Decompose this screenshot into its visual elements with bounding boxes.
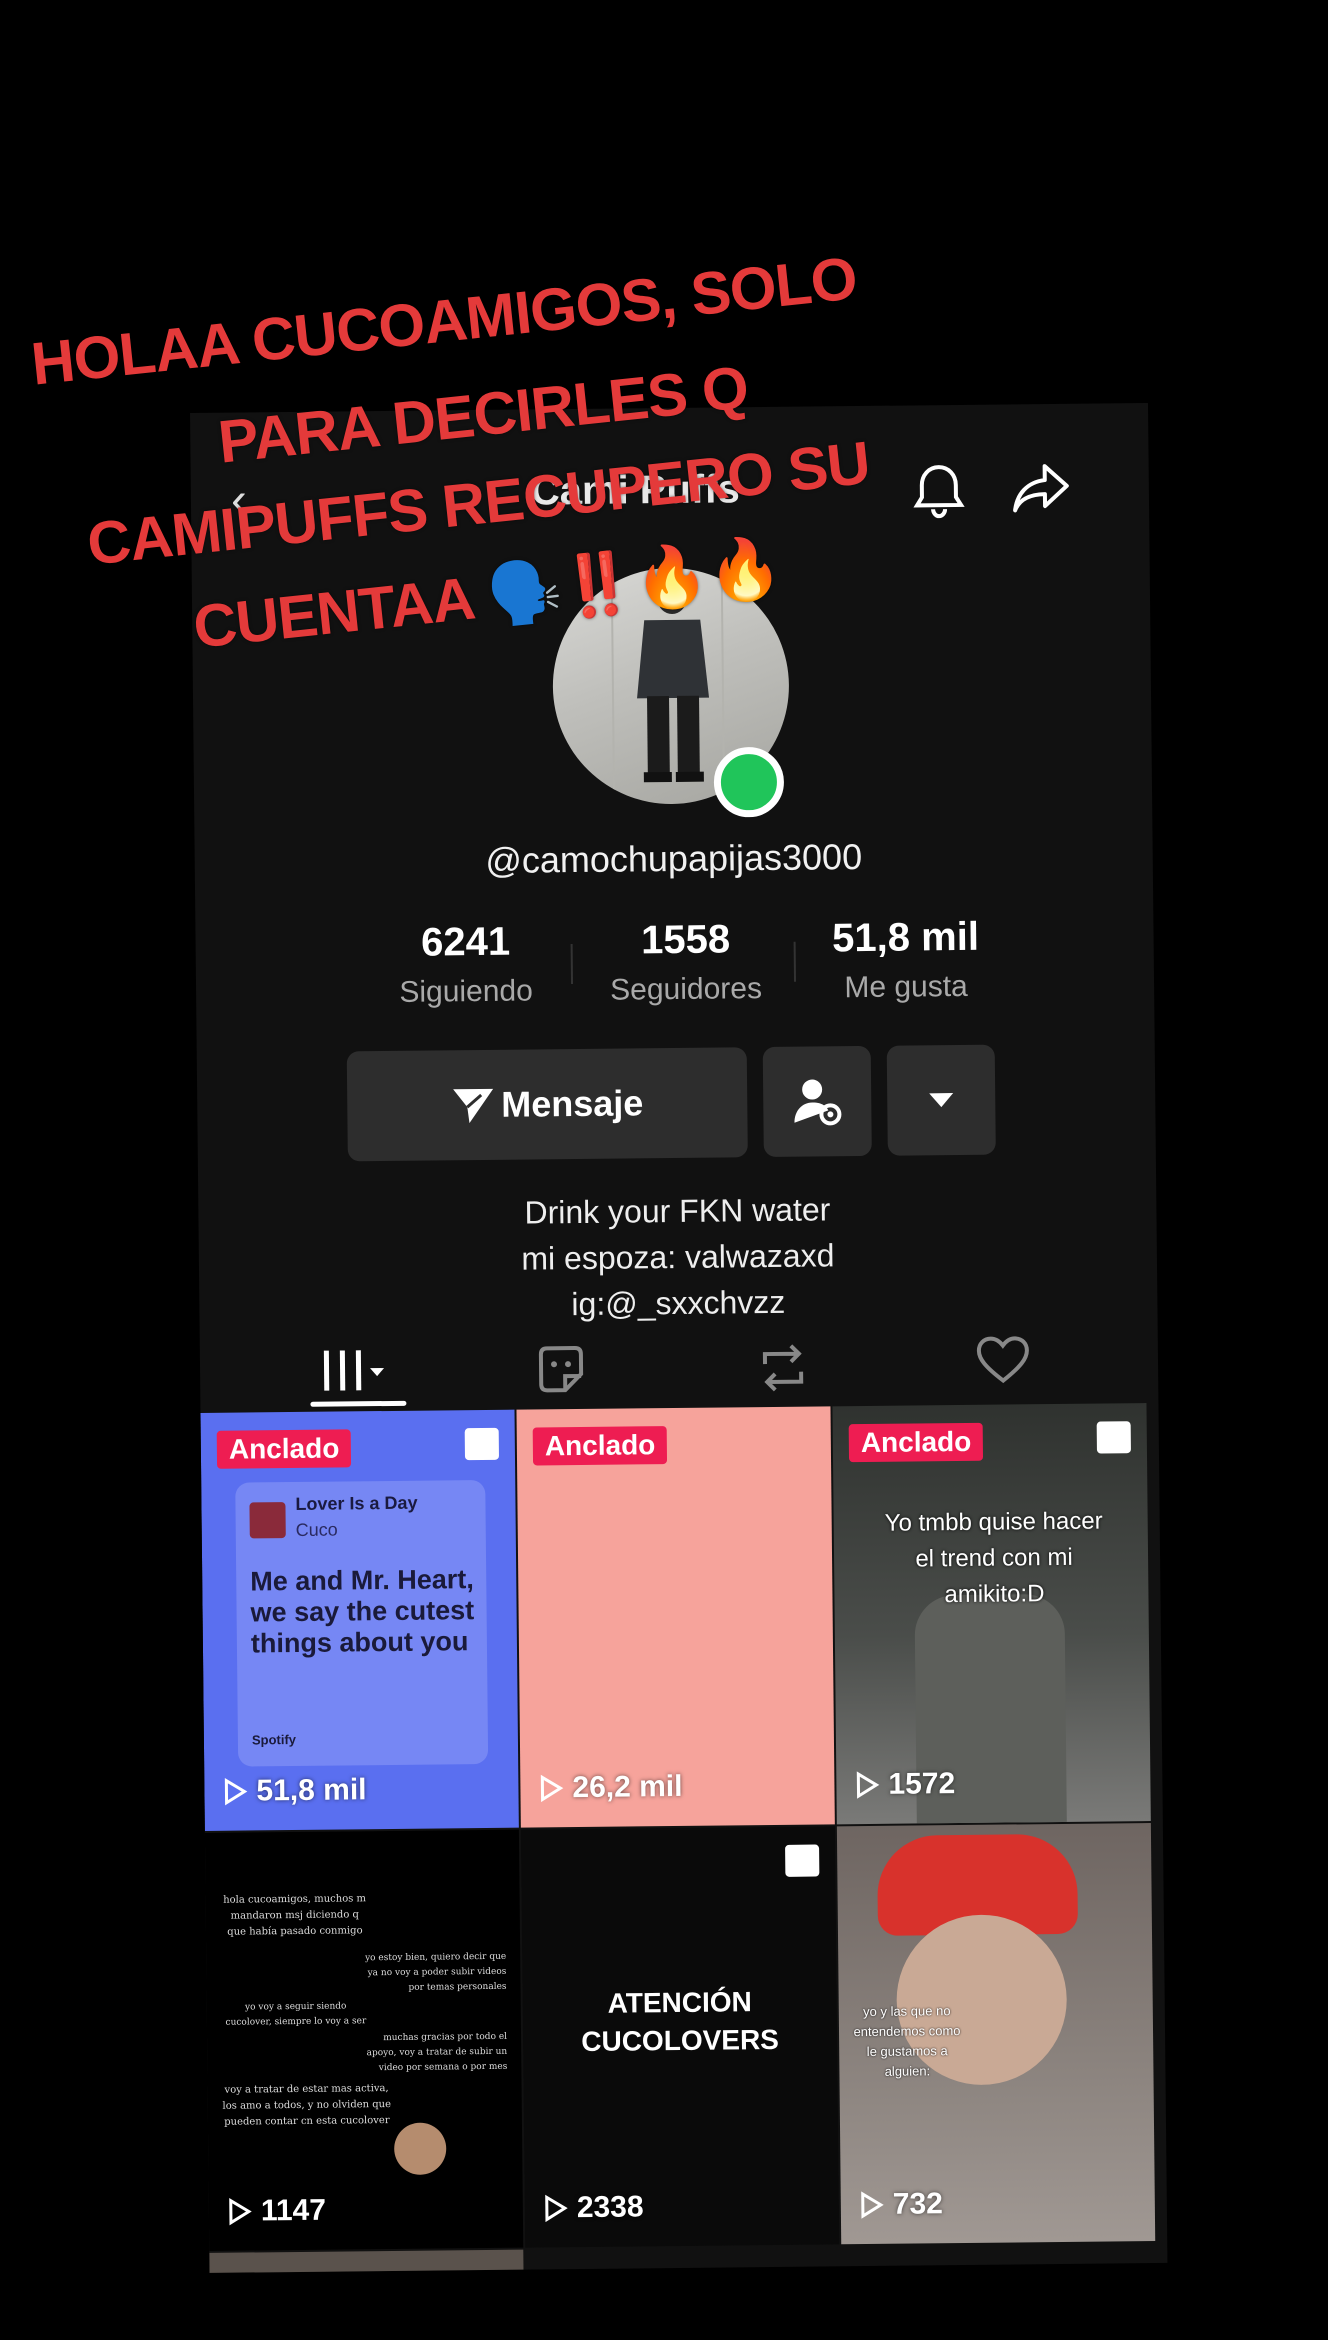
stat-label: Siguiendo — [399, 974, 533, 1009]
active-tab-indicator — [310, 1400, 407, 1407]
sticker-icon[interactable] — [535, 1344, 588, 1402]
stat-value: 51,8 mil — [831, 914, 980, 961]
views-value: 1572 — [888, 1767, 956, 1801]
caret-down-icon — [929, 1093, 954, 1108]
repost-icon[interactable] — [755, 1342, 812, 1400]
videos-grid-icon[interactable] — [320, 1346, 391, 1402]
views-value: 51,8 mil — [256, 1773, 367, 1808]
video-text-line: yo estoy bien, quiero decir que ya no vo… — [364, 1951, 507, 1993]
song-title: Lover Is a Day — [295, 1492, 418, 1514]
bio-line: ig:@_sxxchvzz — [571, 1283, 786, 1323]
message-button[interactable]: Mensaje — [346, 1047, 748, 1162]
video-card[interactable]: Yo tmbb quise hacer el trend con mi amik… — [832, 1403, 1151, 1825]
view-count: 26,2 mil — [538, 1769, 683, 1806]
bell-icon[interactable] — [911, 461, 968, 527]
video-text-line: voy a tratar de estar mas activa, los am… — [222, 2083, 392, 2128]
profile-screen: ‹ Cami Puffs @camochupapijas3000 6241 Si… — [190, 402, 1168, 2273]
video-card[interactable]: Lover Is a Day Cuco Me and Mr. Heart, we… — [200, 1409, 519, 1831]
song-artist: Cuco — [295, 1519, 338, 1540]
video-card[interactable]: yo y las que no entendemos como le gusta… — [836, 1823, 1156, 2245]
video-card[interactable]: hola cucoamigos, muchos m mandaron msj d… — [204, 1829, 524, 2251]
play-icon — [224, 1778, 248, 1806]
stat-divider — [570, 944, 574, 985]
video-card[interactable]: Anclado 26,2 mil — [516, 1406, 835, 1828]
video-text-line: yo voy a seguir siendo cucolover, siempr… — [225, 2001, 367, 2028]
view-count: 1572 — [854, 1767, 955, 1802]
stat-label: Seguidores — [610, 972, 763, 1007]
play-icon — [545, 2194, 568, 2223]
video-caption: ATENCIÓN CUCOLOVERS — [581, 1986, 780, 2058]
stat-value: 6241 — [420, 919, 511, 965]
photo-icon — [1096, 1421, 1131, 1454]
photo-icon — [464, 1427, 500, 1461]
stat-likes[interactable]: 51,8 mil Me gusta — [795, 914, 1016, 1005]
stat-value: 1558 — [640, 917, 731, 963]
spotify-card: Lover Is a Day Cuco Me and Mr. Heart, we… — [235, 1479, 489, 1767]
stat-label: Me gusta — [844, 969, 968, 1005]
album-art — [249, 1502, 286, 1539]
share-icon[interactable] — [1011, 460, 1072, 522]
pinned-badge: Anclado — [848, 1422, 984, 1463]
add-friend-button[interactable] — [762, 1045, 872, 1158]
play-icon — [856, 1771, 880, 1799]
emoji-sticker — [393, 2122, 447, 2175]
video-caption: yo y las que no entendemos como le gusta… — [853, 2003, 961, 2079]
views-value: 732 — [892, 2187, 944, 2221]
pinned-badge: Anclado — [532, 1426, 668, 1466]
stat-followers[interactable]: 1558 Seguidores — [575, 917, 796, 1008]
message-label: Mensaje — [501, 1082, 644, 1125]
video-text-line: muchas gracias por todo el apoyo, voy a … — [366, 2031, 508, 2074]
play-icon — [540, 1774, 564, 1803]
views-value: 1147 — [260, 2193, 327, 2228]
video-text-line: hola cucoamigos, muchos m mandaron msj d… — [223, 1893, 367, 1938]
play-icon — [229, 2198, 252, 2226]
views-value: 26,2 mil — [572, 1769, 683, 1805]
online-status-dot — [713, 746, 785, 818]
view-count: 51,8 mil — [222, 1773, 367, 1809]
profile-handle: @camochupapijas3000 — [485, 836, 863, 881]
photo-icon — [785, 1844, 820, 1877]
play-icon — [861, 2191, 884, 2219]
lyric-quote: Me and Mr. Heart, we say the cutest thin… — [250, 1564, 475, 1659]
more-dropdown-button[interactable] — [886, 1044, 996, 1156]
view-count: 2338 — [543, 2190, 644, 2225]
video-caption: Yo tmbb quise hacer el trend con mi amik… — [884, 1507, 1103, 1609]
pinned-badge: Anclado — [216, 1429, 352, 1469]
view-count: 732 — [859, 2187, 943, 2222]
views-value: 2338 — [576, 2190, 644, 2225]
send-icon — [453, 1088, 494, 1124]
user-settings-icon — [794, 1079, 842, 1126]
video-card[interactable]: ATENCIÓN CUCOLOVERS 2338 — [520, 1826, 840, 2248]
spotify-brand: Spotify — [251, 1731, 297, 1748]
view-count: 1147 — [227, 2194, 326, 2229]
stat-following[interactable]: 6241 Siguiendo — [355, 919, 576, 1010]
video-card-partial[interactable] — [209, 2249, 524, 2273]
heart-icon[interactable] — [975, 1334, 1032, 1392]
